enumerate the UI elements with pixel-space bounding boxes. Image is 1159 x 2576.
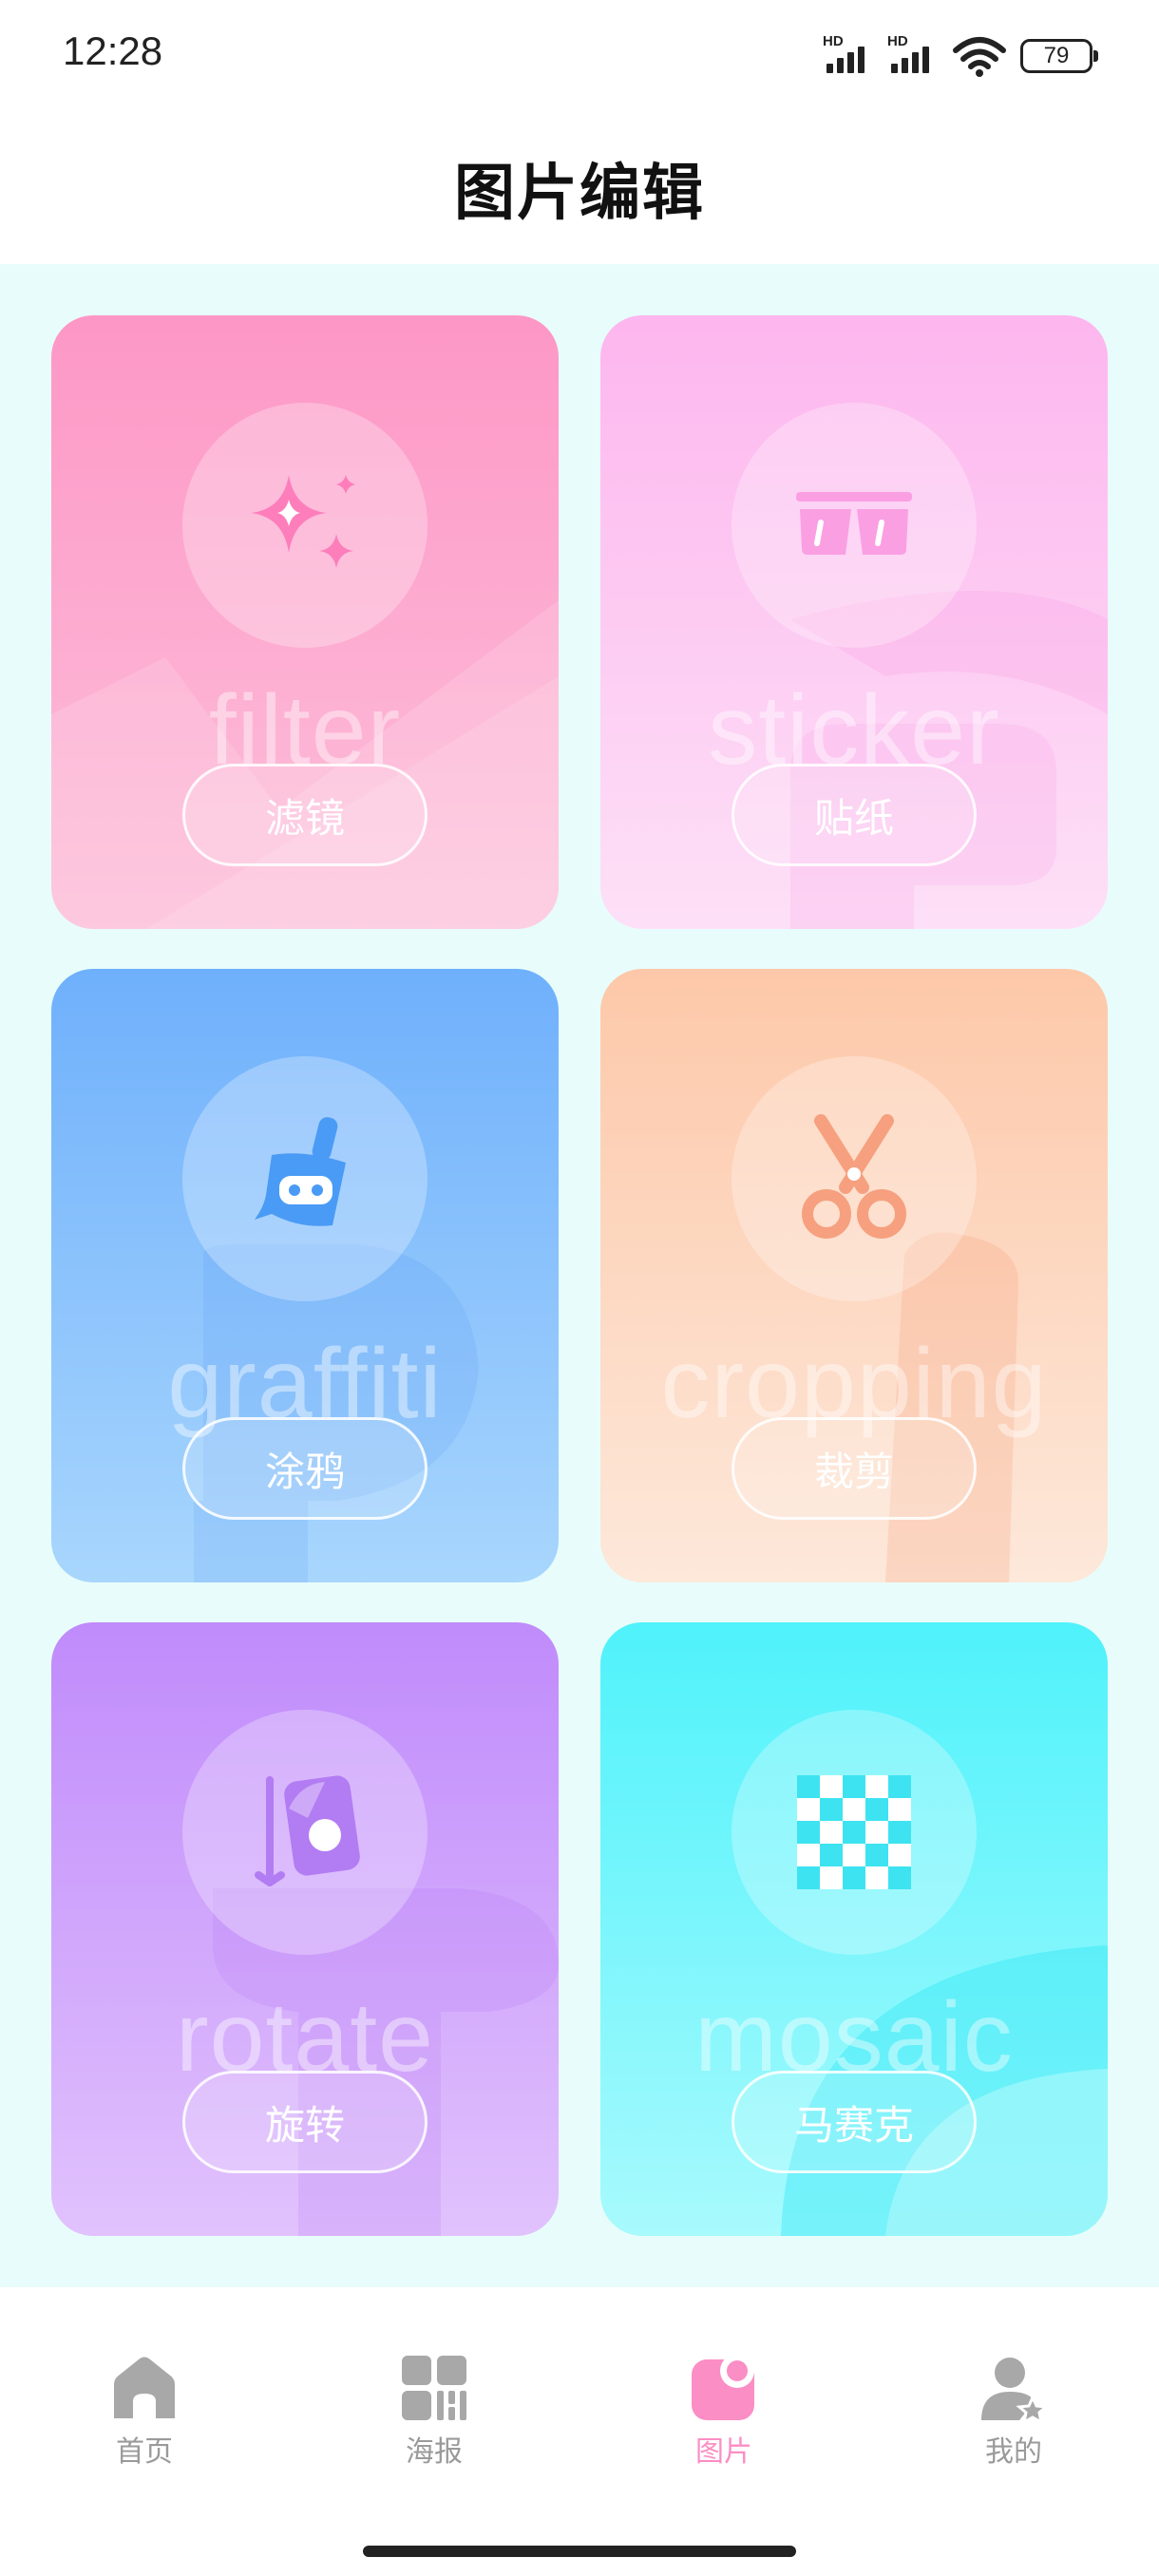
scissors-icon: [802, 1114, 906, 1239]
home-icon: [114, 2357, 175, 2418]
brush-icon: [255, 1117, 346, 1226]
bottom-nav: 首页 海报 图片 我的: [0, 2287, 1159, 2576]
graffiti-card[interactable]: graffiti 涂鸦: [51, 969, 559, 1582]
scissors-icon-circle: [732, 1056, 977, 1301]
brush-icon-circle: [182, 1056, 428, 1301]
nav-label-mine: 我的: [985, 2435, 1042, 2469]
filter-button[interactable]: 滤镜: [182, 764, 428, 866]
mosaic-button[interactable]: 马赛克: [732, 2071, 977, 2173]
status-icons: HD HD 79: [823, 33, 1098, 78]
signal-icon: HD: [823, 33, 874, 75]
rotate-button[interactable]: 旋转: [182, 2071, 428, 2173]
poster-grid-icon: [402, 2356, 466, 2420]
rotate-card[interactable]: rotate 旋转: [51, 1622, 559, 2236]
status-time: 12:28: [63, 28, 163, 73]
sticker-icon: [796, 492, 912, 555]
sparkle-icon-circle: [182, 403, 428, 648]
nav-label-poster: 海报: [406, 2435, 463, 2469]
rotate-icon-circle: [182, 1710, 428, 1955]
mosaic-icon: [797, 1775, 911, 1889]
image-icon: [692, 2354, 754, 2420]
page-title: 图片编辑: [454, 159, 705, 229]
status-bar: 12:28 HD HD 79: [0, 0, 1159, 112]
sticker-card[interactable]: sticker 贴纸: [600, 315, 1108, 929]
filter-card[interactable]: filter 滤镜: [51, 315, 559, 929]
rotate-icon: [255, 1775, 360, 1886]
title-bar: 图片编辑: [0, 112, 1159, 264]
cropping-button[interactable]: 裁剪: [732, 1417, 977, 1520]
profile-icon: [981, 2358, 1050, 2424]
cropping-card[interactable]: cropping 裁剪: [600, 969, 1108, 1582]
wifi-icon: [953, 37, 1006, 77]
graffiti-button[interactable]: 涂鸦: [182, 1417, 428, 1520]
nav-item-image[interactable]: 图片: [629, 2352, 819, 2470]
nav-item-home[interactable]: 首页: [49, 2352, 239, 2470]
mosaic-icon-circle: [732, 1710, 977, 1955]
signal-icon: HD: [887, 33, 939, 75]
tool-grid: filter 滤镜 sticker 贴纸 graffiti 涂鸦 croppin…: [0, 264, 1159, 2287]
nav-item-poster[interactable]: 海报: [339, 2352, 529, 2470]
sticker-button[interactable]: 贴纸: [732, 764, 977, 866]
nav-label-home: 首页: [116, 2435, 173, 2469]
mosaic-card[interactable]: mosaic 马赛克: [600, 1622, 1108, 2236]
sticker-icon-circle: [732, 403, 977, 648]
battery-indicator: 79: [1020, 39, 1098, 73]
nav-label-image: 图片: [695, 2435, 752, 2469]
home-indicator[interactable]: [363, 2546, 796, 2557]
nav-item-mine[interactable]: 我的: [919, 2352, 1109, 2470]
sparkle-icon: [251, 475, 355, 568]
